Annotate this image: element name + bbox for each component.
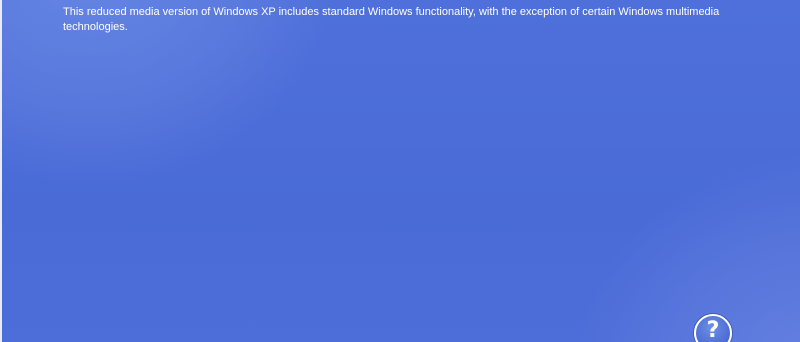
help-question-icon: ?	[706, 318, 720, 342]
help-button[interactable]: ?	[694, 314, 732, 342]
window-edge	[0, 0, 2, 342]
setup-background: This reduced media version of Windows XP…	[0, 0, 800, 342]
edition-description: This reduced media version of Windows XP…	[63, 6, 720, 33]
